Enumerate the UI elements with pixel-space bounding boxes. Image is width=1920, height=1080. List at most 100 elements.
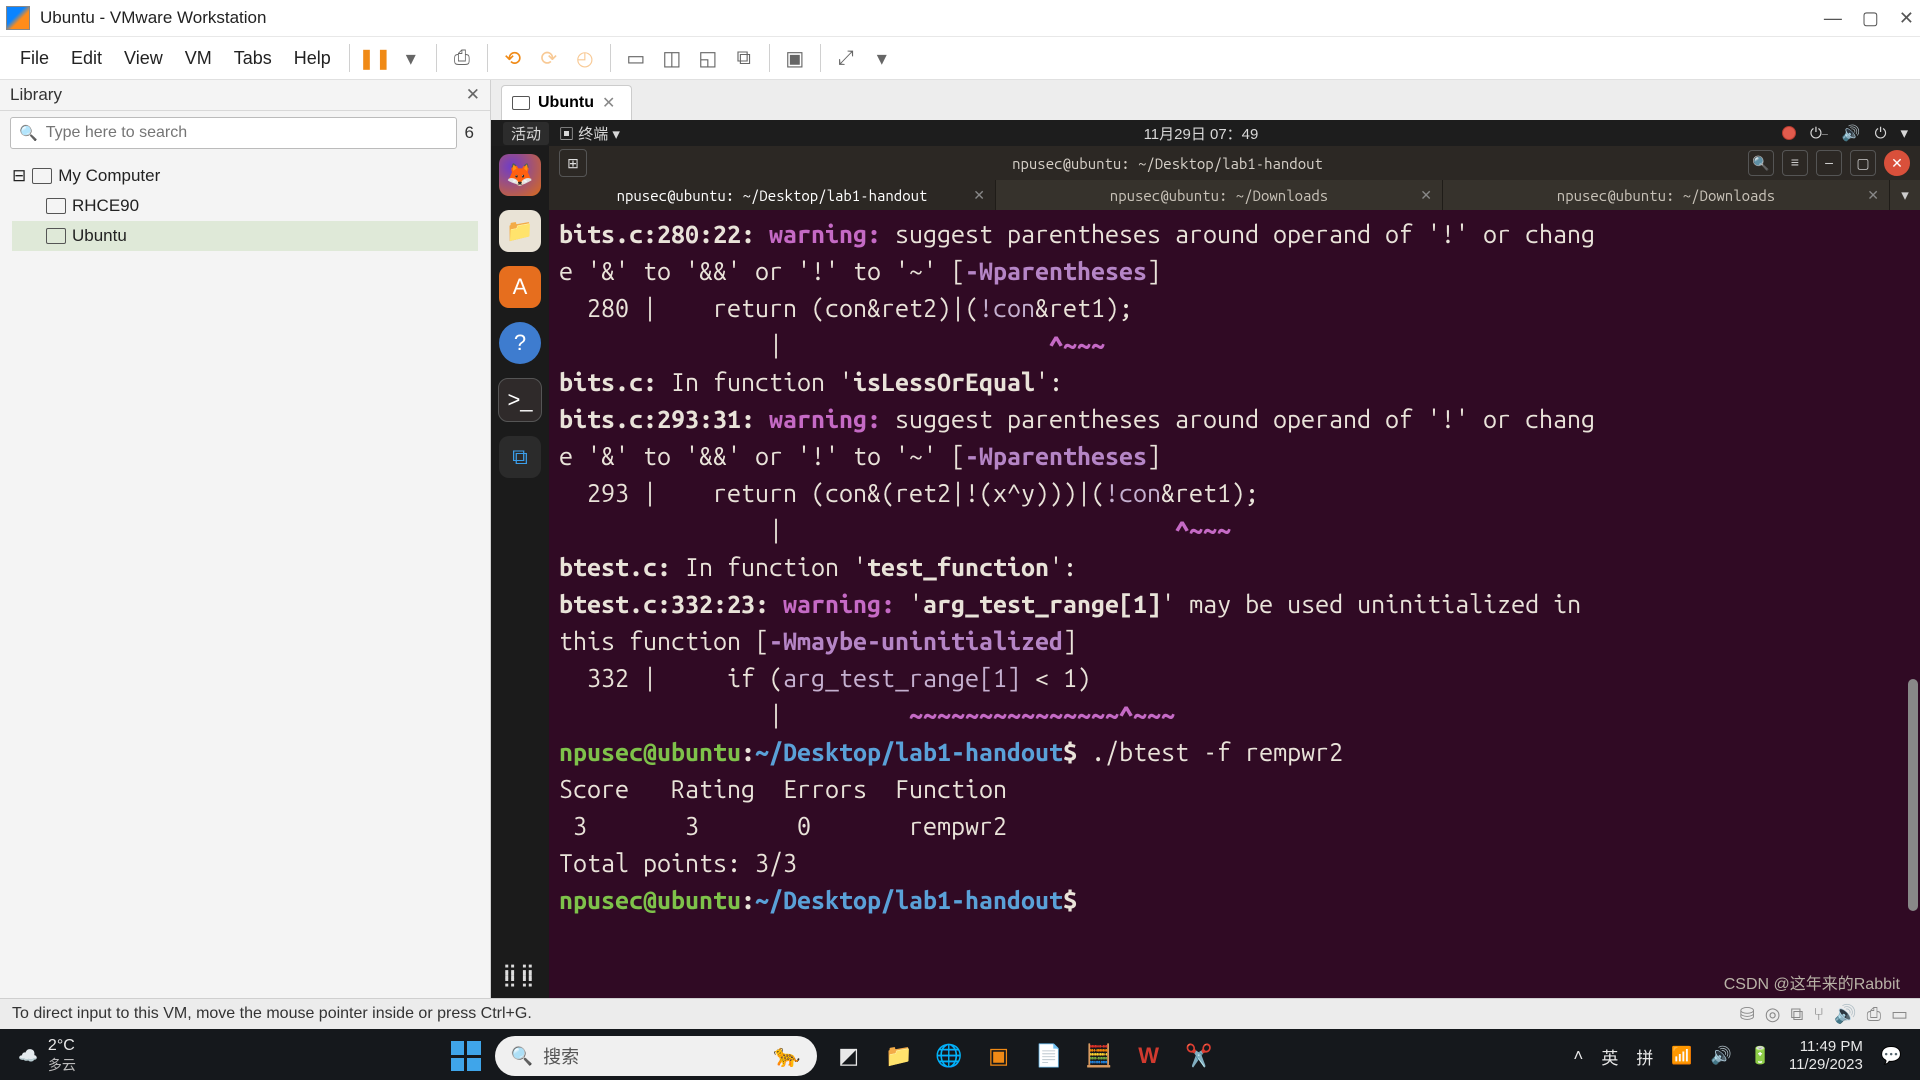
taskbar-edge-icon[interactable]: 🌐 [931, 1038, 967, 1074]
console-button[interactable]: ▣ [782, 45, 808, 71]
terminal-tabs-dropdown-icon[interactable]: ▾ [1890, 180, 1920, 210]
tab-close-icon[interactable]: ✕ [602, 93, 615, 113]
tray-wifi-icon[interactable]: 📶 [1671, 1046, 1692, 1066]
library-search-input[interactable] [44, 123, 448, 143]
taskbar-calculator-icon[interactable]: 🧮 [1081, 1038, 1117, 1074]
volume-icon[interactable]: 🔊 [1842, 124, 1861, 142]
terminal-minimize-button[interactable]: — [1816, 150, 1842, 176]
taskbar-search-placeholder: 搜索 [543, 1043, 579, 1069]
gnome-clock[interactable]: 11月29日 07：49 [630, 123, 1772, 144]
taskbar-snip-icon[interactable]: ✂️ [1181, 1038, 1217, 1074]
tray-notifications-icon[interactable]: 💬 [1881, 1046, 1902, 1066]
start-button[interactable] [451, 1041, 481, 1071]
minimize-button[interactable]: — [1824, 8, 1842, 29]
view-unity-button[interactable]: ◱ [695, 45, 721, 71]
snapshot-manage-button[interactable]: ◴ [572, 45, 598, 71]
terminal-search-button[interactable]: 🔍 [1748, 150, 1774, 176]
dock-vscode-icon[interactable]: ⧉ [499, 436, 541, 478]
view-detach-button[interactable]: ⧉ [731, 45, 757, 71]
dock-software-icon[interactable]: A [499, 266, 541, 308]
tree-item-ubuntu[interactable]: Ubuntu [12, 221, 478, 251]
device-printer-icon[interactable]: ⎙ [1867, 1004, 1881, 1025]
taskbar-notepad-icon[interactable]: 📄 [1031, 1038, 1067, 1074]
guest-screen[interactable]: 活动 ▣ 终端 ▾ 11月29日 07：49 ⏻⎯ 🔊 ⏻ ▾ 🦊 📁 A ? [491, 120, 1920, 998]
library-title: Library [10, 85, 62, 105]
terminal-scrollbar[interactable] [1906, 216, 1918, 988]
tray-ime-lang[interactable]: 英 [1601, 1044, 1618, 1069]
tray-overflow-icon[interactable]: ˄ [1573, 1046, 1583, 1066]
power-icon[interactable]: ⏻ [1875, 125, 1887, 142]
maximize-button[interactable]: ▢ [1862, 8, 1879, 29]
tab-close-icon[interactable]: ✕ [1420, 187, 1432, 204]
fullscreen-dropdown-icon[interactable]: ▾ [869, 45, 895, 71]
menu-vm[interactable]: VM [175, 44, 222, 73]
vmware-logo-icon [6, 6, 30, 30]
tree-item-rhce90[interactable]: RHCE90 [12, 191, 478, 221]
dock-firefox-icon[interactable]: 🦊 [499, 154, 541, 196]
terminal-close-button[interactable]: ✕ [1884, 150, 1910, 176]
vmware-statusbar: To direct input to this VM, move the mou… [0, 998, 1920, 1029]
menu-view[interactable]: View [114, 44, 173, 73]
terminal-window: ⊞ npusec@ubuntu: ~/Desktop/lab1-handout … [549, 146, 1920, 998]
search-icon: 🔍 [19, 124, 38, 142]
device-cd-icon[interactable]: ◎ [1765, 1004, 1781, 1025]
fullscreen-button[interactable]: ⤢ [833, 45, 859, 71]
menu-help[interactable]: Help [284, 44, 341, 73]
snapshot-revert-button[interactable]: ⟳ [536, 45, 562, 71]
system-menu-dropdown-icon[interactable]: ▾ [1900, 124, 1908, 142]
network-icon[interactable]: ⏻⎯ [1810, 125, 1828, 142]
taskbar-wps-icon[interactable]: W [1131, 1038, 1167, 1074]
do-not-disturb-icon[interactable] [1782, 126, 1796, 140]
device-display-icon[interactable]: ▭ [1891, 1004, 1908, 1025]
view-split-button[interactable]: ◫ [659, 45, 685, 71]
terminal-output[interactable]: bits.c:280:22: warning: suggest parenthe… [549, 210, 1920, 998]
terminal-maximize-button[interactable]: ▢ [1850, 150, 1876, 176]
library-close-button[interactable]: ✕ [466, 85, 480, 105]
terminal-title: npusec@ubuntu: ~/Desktop/lab1-handout [587, 155, 1748, 172]
device-hdd-icon[interactable]: ⛁ [1740, 1004, 1755, 1025]
terminal-tab-3[interactable]: npusec@ubuntu: ~/Downloads✕ [1443, 180, 1890, 210]
vmware-menubar: File Edit View VM Tabs Help ❚❚ ▾ ⎙ ⟲ ⟳ ◴… [0, 37, 1920, 80]
tab-close-icon[interactable]: ✕ [973, 187, 985, 204]
taskbar-vmware-icon[interactable]: ▣ [981, 1038, 1017, 1074]
close-button[interactable]: ✕ [1899, 8, 1914, 29]
library-panel: Library ✕ 🔍 6 ⊟ My Computer RHCE90 Ubunt… [0, 80, 491, 998]
view-single-button[interactable]: ▭ [623, 45, 649, 71]
dock-terminal-icon[interactable]: >_ [498, 378, 542, 422]
terminal-headerbar: ⊞ npusec@ubuntu: ~/Desktop/lab1-handout … [549, 146, 1920, 180]
library-search-box[interactable]: 🔍 [10, 117, 457, 149]
tray-volume-icon[interactable]: 🔊 [1711, 1046, 1732, 1066]
terminal-new-tab-button[interactable]: ⊞ [559, 149, 587, 177]
tab-close-icon[interactable]: ✕ [1867, 187, 1879, 204]
vm-tab-ubuntu[interactable]: Ubuntu ✕ [501, 85, 632, 120]
power-dropdown-icon[interactable]: ▾ [398, 45, 424, 71]
weather-temp: 2°C [48, 1037, 76, 1055]
menu-file[interactable]: File [10, 44, 59, 73]
taskbar-explorer-icon[interactable]: 📁 [881, 1038, 917, 1074]
vm-tabstrip: Ubuntu ✕ [491, 80, 1920, 120]
tray-clock[interactable]: 11:49 PM 11/29/2023 [1789, 1038, 1863, 1074]
device-net-icon[interactable]: ⧉ [1790, 1004, 1803, 1025]
tray-ime-mode[interactable]: 拼 [1636, 1044, 1653, 1069]
device-sound-icon[interactable]: 🔊 [1834, 1004, 1856, 1025]
power-pause-button[interactable]: ❚❚ [362, 45, 388, 71]
tray-battery-icon[interactable]: 🔋 [1750, 1046, 1771, 1066]
menu-edit[interactable]: Edit [61, 44, 112, 73]
terminal-menu-button[interactable]: ≡ [1782, 150, 1808, 176]
dock-help-icon[interactable]: ? [499, 322, 541, 364]
snapshot-take-button[interactable]: ⟲ [500, 45, 526, 71]
window-title: Ubuntu - VMware Workstation [40, 8, 266, 28]
menu-tabs[interactable]: Tabs [224, 44, 282, 73]
send-keys-button[interactable]: ⎙ [449, 45, 475, 71]
taskbar-search[interactable]: 🔍 搜索 🐆 [495, 1036, 817, 1076]
gnome-app-menu[interactable]: ▣ 终端 ▾ [559, 123, 620, 144]
dock-files-icon[interactable]: 📁 [499, 210, 541, 252]
device-usb-icon[interactable]: ⑂ [1813, 1004, 1824, 1025]
taskbar-taskview-icon[interactable]: ◩ [831, 1038, 867, 1074]
dock-show-apps-icon[interactable]: ⠿⠿⠿⠿ [502, 970, 537, 986]
tree-root[interactable]: ⊟ My Computer [12, 161, 478, 191]
terminal-tab-1[interactable]: npusec@ubuntu: ~/Desktop/lab1-handout✕ [549, 180, 996, 210]
terminal-tab-2[interactable]: npusec@ubuntu: ~/Downloads✕ [996, 180, 1443, 210]
gnome-activities-button[interactable]: 活动 [503, 122, 549, 145]
taskbar-weather-widget[interactable]: ☁️ 2°C 多云 [0, 1037, 94, 1075]
